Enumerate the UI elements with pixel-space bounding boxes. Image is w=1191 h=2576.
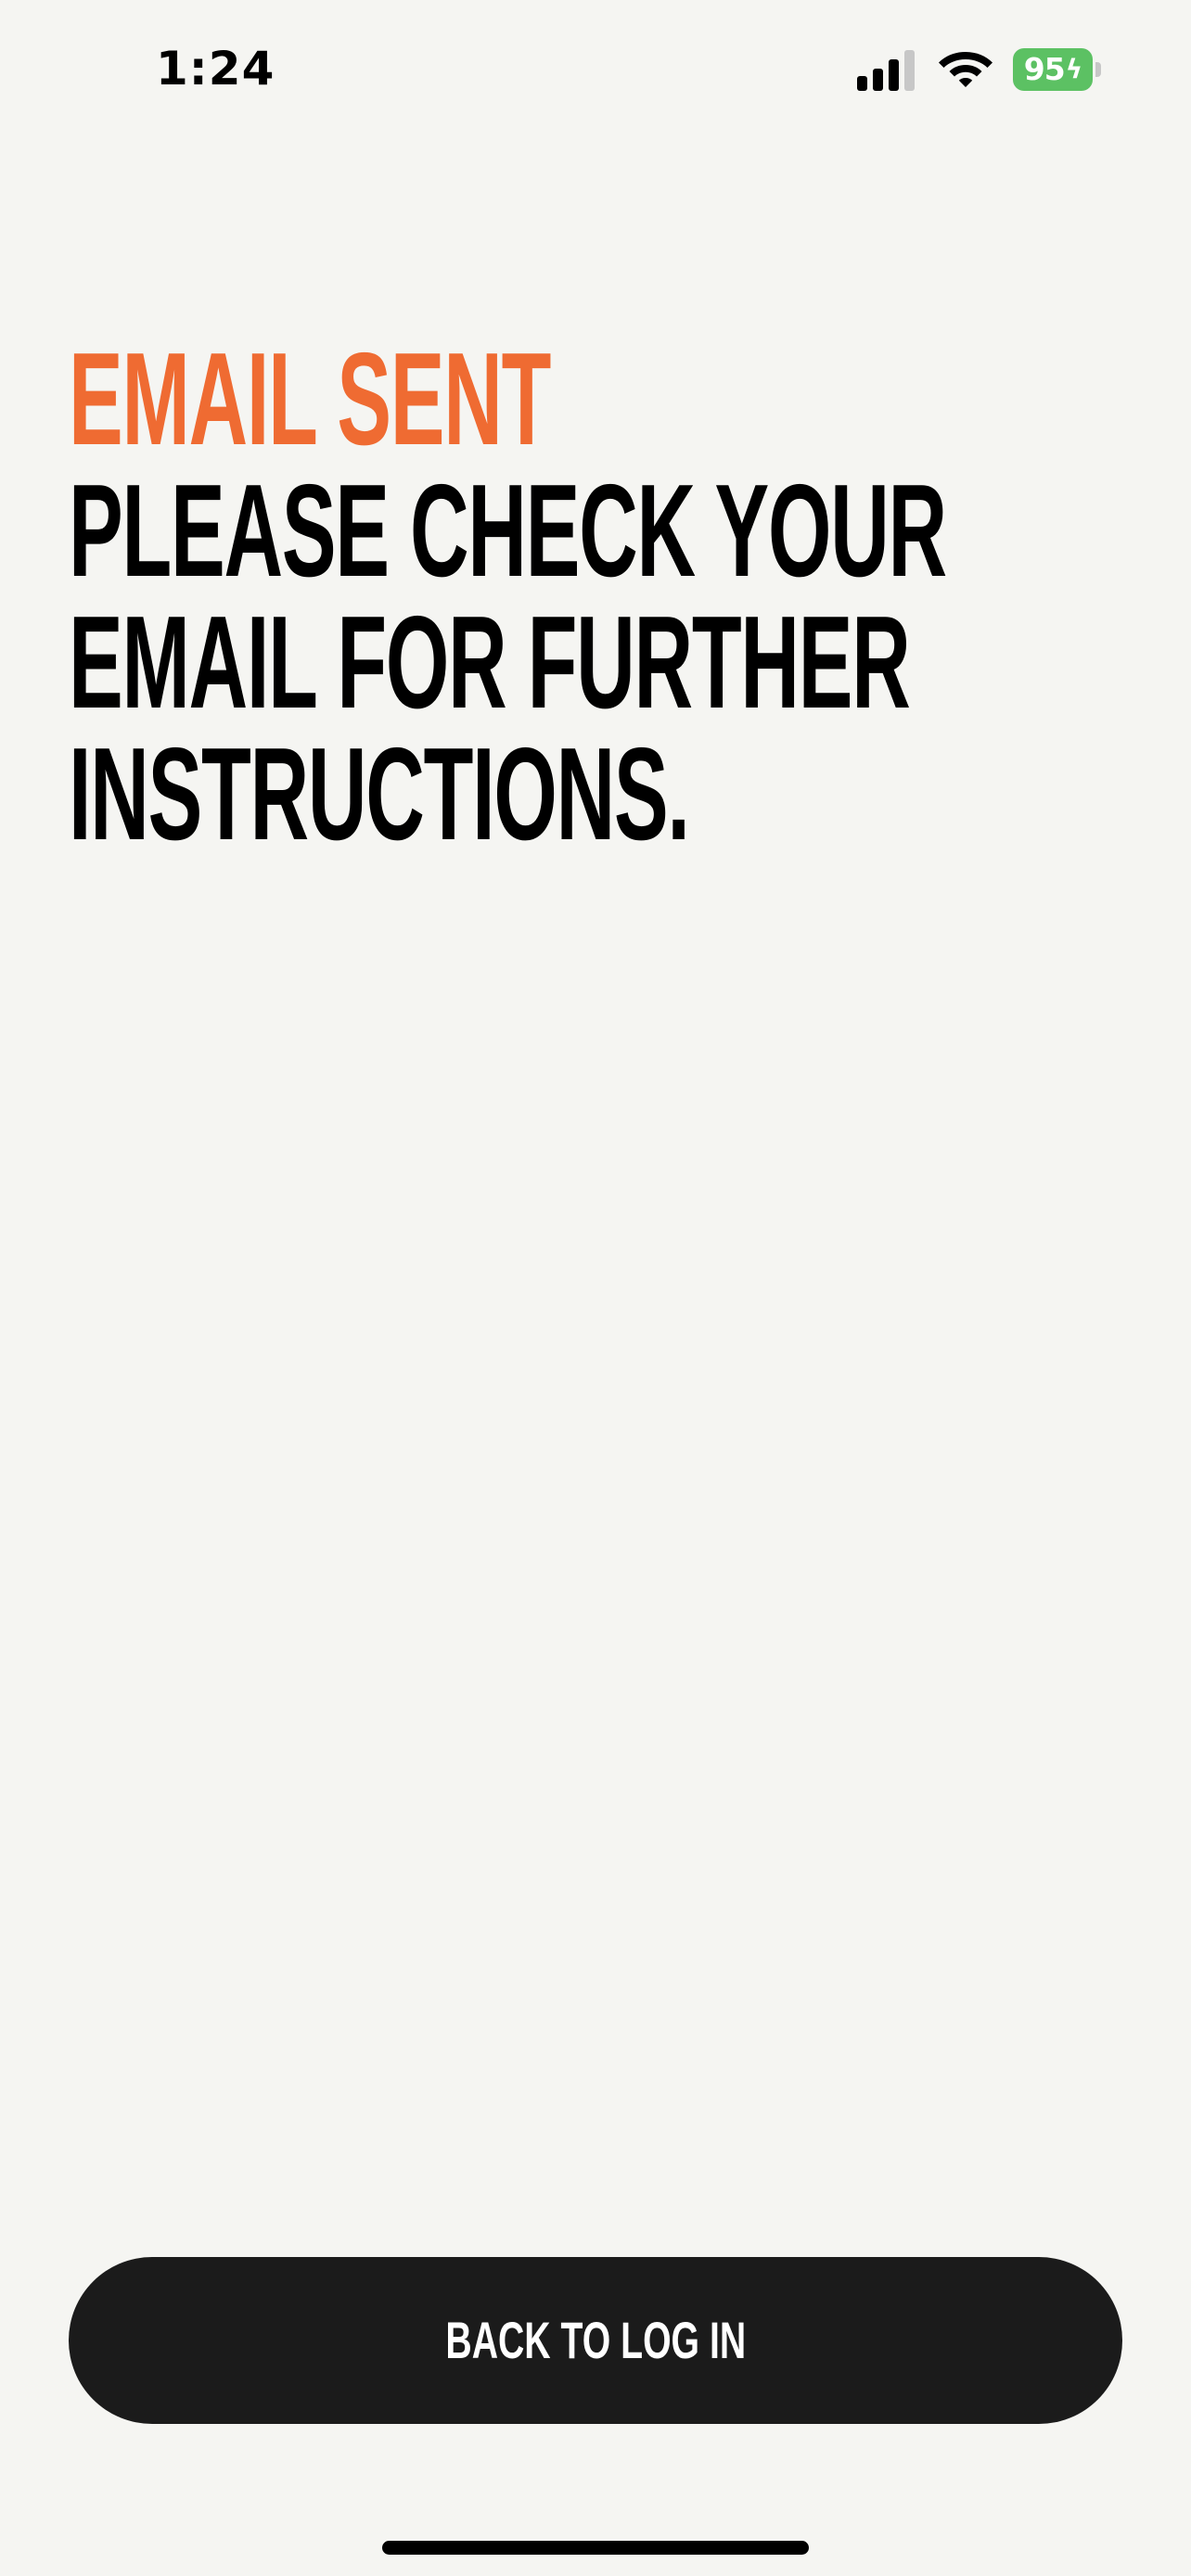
back-to-login-button[interactable]: BACK TO LOG IN xyxy=(69,2257,1122,2424)
headline-accent: EMAIL SENT xyxy=(69,325,551,473)
cellular-signal-icon xyxy=(857,48,918,91)
battery-charging-icon: 95 ϟ xyxy=(1013,48,1102,91)
status-bar: 1:24 95 ϟ xyxy=(0,0,1191,139)
home-indicator[interactable] xyxy=(382,2541,809,2555)
headline: EMAIL SENT PLEASE CHECK YOUR EMAIL FOR F… xyxy=(69,334,1126,861)
battery-cap xyxy=(1095,62,1101,77)
back-to-login-label: BACK TO LOG IN xyxy=(445,2311,746,2369)
status-time: 1:24 xyxy=(156,42,275,96)
battery-body: 95 ϟ xyxy=(1013,48,1093,91)
charging-bolt-icon: ϟ xyxy=(1065,54,1083,84)
wifi-icon xyxy=(937,46,994,91)
headline-message: PLEASE CHECK YOUR EMAIL FOR FURTHER INST… xyxy=(69,457,947,868)
battery-level: 95 xyxy=(1023,51,1066,87)
